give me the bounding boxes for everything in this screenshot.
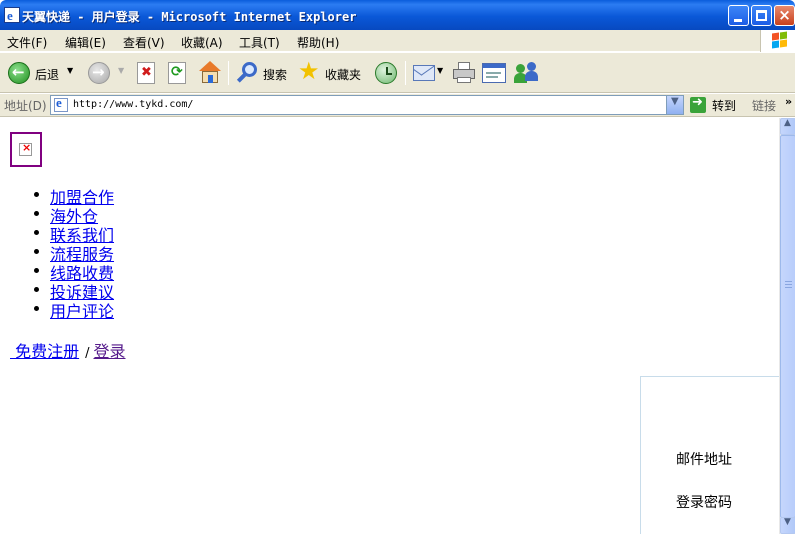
menu-tools[interactable]: 工具(T)	[239, 34, 280, 51]
scroll-thumb[interactable]	[780, 135, 795, 518]
email-label: 邮件地址	[676, 452, 732, 468]
links-chevron-icon[interactable]: »	[785, 95, 792, 108]
title-bar[interactable]: e 天翼快递 - 用户登录 - Microsoft Internet Explo…	[0, 0, 795, 30]
separator: /	[85, 346, 90, 361]
bullet-icon	[34, 230, 39, 235]
login-link[interactable]: 登录	[93, 342, 125, 361]
scroll-up-button[interactable]: ▲	[780, 118, 795, 135]
toolbar-separator	[405, 61, 406, 85]
menu-favorites[interactable]: 收藏(A)	[181, 34, 223, 51]
maximize-button[interactable]	[751, 5, 772, 26]
vertical-scrollbar[interactable]: ▲ ▼	[779, 118, 795, 534]
address-url: http://www.tykd.com/	[73, 99, 194, 110]
home-icon[interactable]	[197, 61, 223, 85]
bullet-icon	[34, 211, 39, 216]
go-arrow-icon[interactable]: ➜	[690, 95, 706, 113]
bullet-icon	[34, 287, 39, 292]
auth-links: 免费注册 / 登录	[10, 338, 125, 362]
broken-image-placeholder[interactable]: ×	[10, 132, 42, 167]
toolbar-separator	[228, 61, 229, 85]
password-label: 登录密码	[676, 495, 732, 511]
history-icon[interactable]	[375, 62, 397, 84]
bullet-icon	[34, 249, 39, 254]
back-dropdown-icon[interactable]: ▼	[67, 66, 73, 75]
bullet-icon	[34, 306, 39, 311]
windows-logo-icon	[760, 30, 795, 52]
address-dropdown-button[interactable]: ▼	[666, 96, 683, 114]
links-label[interactable]: 链接	[752, 97, 776, 114]
window-title: 天翼快递 - 用户登录 - Microsoft Internet Explore…	[22, 10, 357, 24]
edit-page-icon[interactable]	[482, 63, 506, 83]
mail-dropdown-icon[interactable]: ▼	[437, 66, 443, 75]
forward-dropdown-icon[interactable]: ▼	[118, 66, 124, 75]
minimize-button[interactable]	[728, 5, 749, 26]
page-content: × 加盟合作 海外仓 联系我们 流程服务 线路收费 投诉建议 用户评论 免费注册…	[0, 118, 779, 534]
menu-view[interactable]: 查看(V)	[123, 34, 165, 51]
bullet-icon	[34, 268, 39, 273]
menu-help[interactable]: 帮助(H)	[297, 34, 339, 51]
back-button-label[interactable]: 后退	[35, 66, 59, 83]
mail-icon[interactable]	[413, 60, 435, 81]
register-link[interactable]: 免费注册	[10, 342, 79, 361]
messenger-icon[interactable]	[514, 62, 540, 84]
menu-bar: 文件(F) 编辑(E) 查看(V) 收藏(A) 工具(T) 帮助(H)	[0, 30, 795, 52]
print-icon[interactable]	[452, 62, 476, 84]
nav-link-user-reviews[interactable]: 用户评论	[50, 298, 114, 322]
bullet-icon	[34, 192, 39, 197]
search-button-label[interactable]: 搜索	[263, 66, 287, 83]
close-button[interactable]: ×	[774, 5, 795, 26]
go-button-label[interactable]: 转到	[712, 97, 736, 114]
address-bar: 地址(D) e http://www.tykd.com/ ▼ ➜ 转到 链接 »	[0, 94, 795, 117]
menu-file[interactable]: 文件(F)	[7, 34, 47, 51]
ie-page-icon: e	[54, 95, 70, 112]
standard-toolbar: ← 后退 ▼ → ▼ ✖ ⟳ 搜索 ★ 收藏夹 ▼	[0, 53, 795, 93]
search-icon[interactable]	[236, 62, 260, 84]
refresh-icon[interactable]: ⟳	[168, 62, 186, 84]
login-form-panel: 邮件地址 登录密码	[640, 376, 779, 534]
favorites-star-icon[interactable]: ★	[298, 59, 320, 83]
menu-edit[interactable]: 编辑(E)	[65, 34, 106, 51]
favorites-button-label[interactable]: 收藏夹	[325, 66, 361, 83]
address-label: 地址(D)	[4, 99, 47, 113]
broken-image-icon: ×	[19, 141, 32, 156]
stop-icon[interactable]: ✖	[137, 62, 155, 84]
forward-arrow-icon[interactable]: →	[88, 62, 110, 84]
ie-page-icon[interactable]: e	[4, 7, 20, 23]
address-input[interactable]: e http://www.tykd.com/ ▼	[50, 95, 684, 115]
back-arrow-icon[interactable]: ←	[8, 62, 30, 84]
scroll-down-button[interactable]: ▼	[780, 517, 795, 534]
